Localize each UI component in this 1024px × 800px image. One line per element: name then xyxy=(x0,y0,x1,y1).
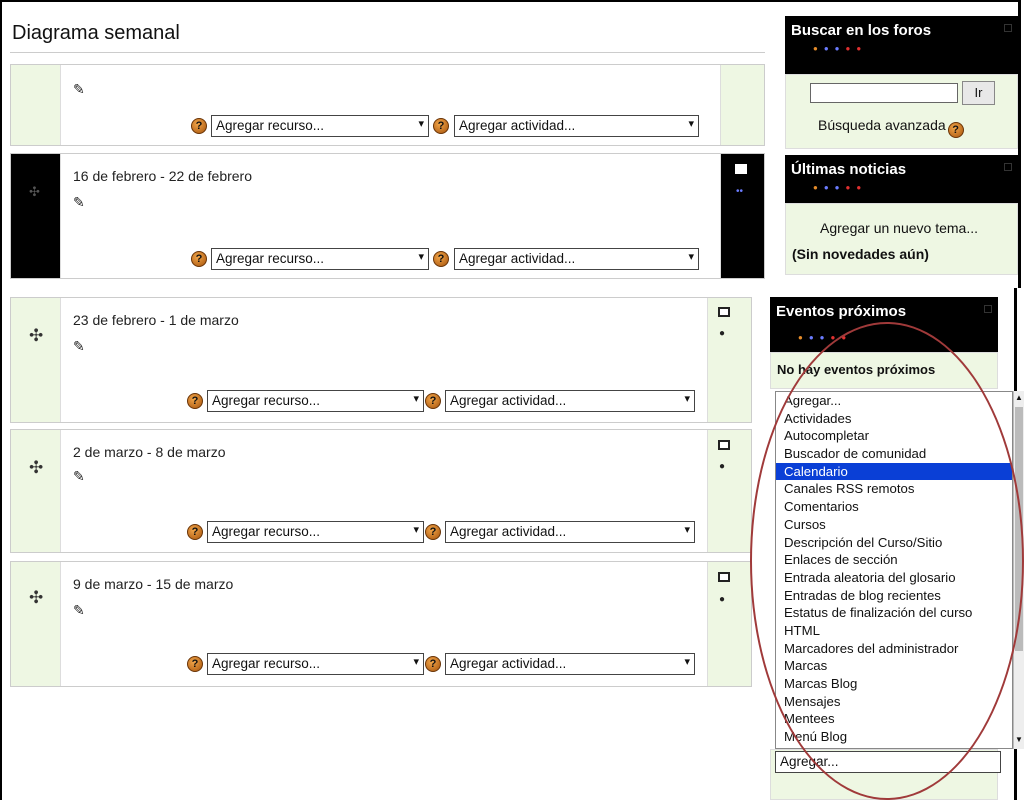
no-news-text: (Sin novedades aún) xyxy=(792,246,929,262)
add-activity-select[interactable]: Agregar actividad... ▾ xyxy=(445,521,695,543)
scrollbar-thumb[interactable] xyxy=(1015,407,1023,651)
dropdown-option[interactable]: Marcas Blog xyxy=(776,675,1012,693)
scroll-up-icon[interactable]: ▲ xyxy=(1015,393,1023,402)
hide-block-icon[interactable] xyxy=(984,305,992,313)
dropdown-option[interactable]: Entradas de blog recientes xyxy=(776,587,1012,605)
dropdown-option[interactable]: Actividades xyxy=(776,410,1012,428)
hide-block-icon[interactable] xyxy=(1004,24,1012,32)
section-title: 16 de febrero - 22 de febrero xyxy=(73,168,253,184)
section-title: 9 de marzo - 15 de marzo xyxy=(73,576,234,592)
add-resource-select[interactable]: Agregar recurso... ▾ xyxy=(211,115,429,137)
add-activity-select[interactable]: Agregar actividad... ▾ xyxy=(445,390,695,412)
section-title: 2 de marzo - 8 de marzo xyxy=(73,444,226,460)
dropdown-option[interactable]: Cursos xyxy=(776,516,1012,534)
dropdown-option[interactable]: Mentees xyxy=(776,710,1012,728)
help-icon[interactable]: ? xyxy=(433,251,449,267)
eye-icon[interactable]: •• xyxy=(736,186,743,197)
dropdown-option[interactable]: Menú Blog xyxy=(776,728,1012,746)
block-title: Buscar en los foros xyxy=(791,22,932,39)
help-icon[interactable]: ? xyxy=(191,251,207,267)
dropdown-option[interactable]: Agregar... xyxy=(776,392,1012,410)
dropdown-option[interactable]: Marcadores del administrador xyxy=(776,640,1012,658)
eye-icon[interactable]: ● xyxy=(719,594,725,605)
dropdown-scrollbar[interactable]: ▲ ▼ xyxy=(1013,391,1024,749)
course-section-3: ✣ ● 2 de marzo - 8 de marzo ✎ ? Agregar … xyxy=(10,429,752,553)
block-title: Eventos próximos xyxy=(776,303,907,320)
no-events-text: No hay eventos próximos xyxy=(777,362,936,377)
help-icon[interactable]: ? xyxy=(425,524,441,540)
pencil-icon[interactable]: ✎ xyxy=(73,81,85,98)
help-icon[interactable]: ? xyxy=(187,656,203,672)
course-section-1: ✣ •• 16 de febrero - 22 de febrero ✎ ? A… xyxy=(10,153,765,279)
block-control-icons[interactable]: ●●●●● xyxy=(813,44,867,53)
dropdown-option[interactable]: Calendario xyxy=(776,462,1012,481)
course-section-0: ✎ ? Agregar recurso... ▾ ? Agregar activi… xyxy=(10,64,765,146)
pencil-icon[interactable]: ✎ xyxy=(73,194,85,211)
add-resource-select[interactable]: Agregar recurso... ▾ xyxy=(211,248,429,270)
block-control-icons[interactable]: ●●●●● xyxy=(813,183,867,192)
title-divider xyxy=(10,52,765,53)
move-icon[interactable]: ✣ xyxy=(29,184,40,200)
add-activity-select[interactable]: Agregar actividad... ▾ xyxy=(454,115,699,137)
highlight-icon[interactable] xyxy=(718,440,730,450)
dropdown-option[interactable]: Descripción del Curso/Sitio xyxy=(776,534,1012,552)
advanced-search-link[interactable]: Búsqueda avanzada? xyxy=(818,117,964,138)
help-icon[interactable]: ? xyxy=(947,122,964,138)
help-icon[interactable]: ? xyxy=(187,524,203,540)
hide-block-icon[interactable] xyxy=(1004,163,1012,171)
dropdown-option[interactable]: Enlaces de sección xyxy=(776,551,1012,569)
dropdown-option[interactable]: Canales RSS remotos xyxy=(776,480,1012,498)
eye-icon[interactable]: ● xyxy=(719,461,725,472)
add-resource-select[interactable]: Agregar recurso... ▾ xyxy=(207,521,424,543)
move-icon[interactable]: ✣ xyxy=(29,588,43,608)
dropdown-option[interactable]: Buscador de comunidad xyxy=(776,445,1012,463)
help-icon[interactable]: ? xyxy=(191,118,207,134)
course-section-4: ✣ ● 9 de marzo - 15 de marzo ✎ ? Agregar… xyxy=(10,561,752,687)
add-activity-select[interactable]: Agregar actividad... ▾ xyxy=(454,248,699,270)
page-title: Diagrama semanal xyxy=(12,22,180,44)
latest-news-block: Últimas noticias ●●●●● Agregar un nuevo … xyxy=(785,155,1018,275)
section-title: 23 de febrero - 1 de marzo xyxy=(73,312,239,328)
dropdown-option[interactable]: Entrada aleatoria del glosario xyxy=(776,569,1012,587)
add-block-dropdown-list[interactable]: Agregar... Actividades Autocompletar Buscad… xyxy=(775,391,1013,749)
block-title: Últimas noticias xyxy=(791,161,907,178)
pencil-icon[interactable]: ✎ xyxy=(73,468,85,485)
search-forums-block: Buscar en los foros ●●●●● Ir Búsqueda av… xyxy=(785,16,1018,149)
dropdown-option[interactable]: HTML xyxy=(776,622,1012,640)
help-icon[interactable]: ? xyxy=(425,393,441,409)
scroll-down-icon[interactable]: ▼ xyxy=(1015,735,1023,744)
dropdown-option[interactable]: Autocompletar xyxy=(776,427,1012,445)
dropdown-option[interactable]: Mensajes xyxy=(776,693,1012,711)
add-resource-select[interactable]: Agregar recurso... ▾ xyxy=(207,390,424,412)
help-icon[interactable]: ? xyxy=(187,393,203,409)
course-section-2: ✣ ● 23 de febrero - 1 de marzo ✎ ? Agreg… xyxy=(10,297,752,423)
dropdown-option[interactable]: Estatus de finalización del curso xyxy=(776,604,1012,622)
pencil-icon[interactable]: ✎ xyxy=(73,338,85,355)
search-go-button[interactable]: Ir xyxy=(962,81,995,105)
help-icon[interactable]: ? xyxy=(425,656,441,672)
dropdown-option[interactable]: Comentarios xyxy=(776,498,1012,516)
add-topic-link[interactable]: Agregar un nuevo tema... xyxy=(820,220,978,236)
add-resource-select[interactable]: Agregar recurso... ▾ xyxy=(207,653,424,675)
eye-icon[interactable]: ● xyxy=(719,328,725,339)
move-icon[interactable]: ✣ xyxy=(29,458,43,478)
upcoming-events-block: Eventos próximos ●●●●● No hay eventos pr… xyxy=(770,297,998,389)
highlight-icon[interactable] xyxy=(718,572,730,582)
pencil-icon[interactable]: ✎ xyxy=(73,602,85,619)
highlight-icon[interactable] xyxy=(735,164,747,174)
highlight-icon[interactable] xyxy=(718,307,730,317)
dropdown-option[interactable]: Marcas xyxy=(776,657,1012,675)
add-activity-select[interactable]: Agregar actividad... ▾ xyxy=(445,653,695,675)
move-icon[interactable]: ✣ xyxy=(29,326,43,346)
search-input[interactable] xyxy=(810,83,958,103)
help-icon[interactable]: ? xyxy=(433,118,449,134)
add-block-select[interactable]: Agregar... xyxy=(775,751,1001,773)
block-control-icons[interactable]: ●●●●● xyxy=(798,333,852,342)
